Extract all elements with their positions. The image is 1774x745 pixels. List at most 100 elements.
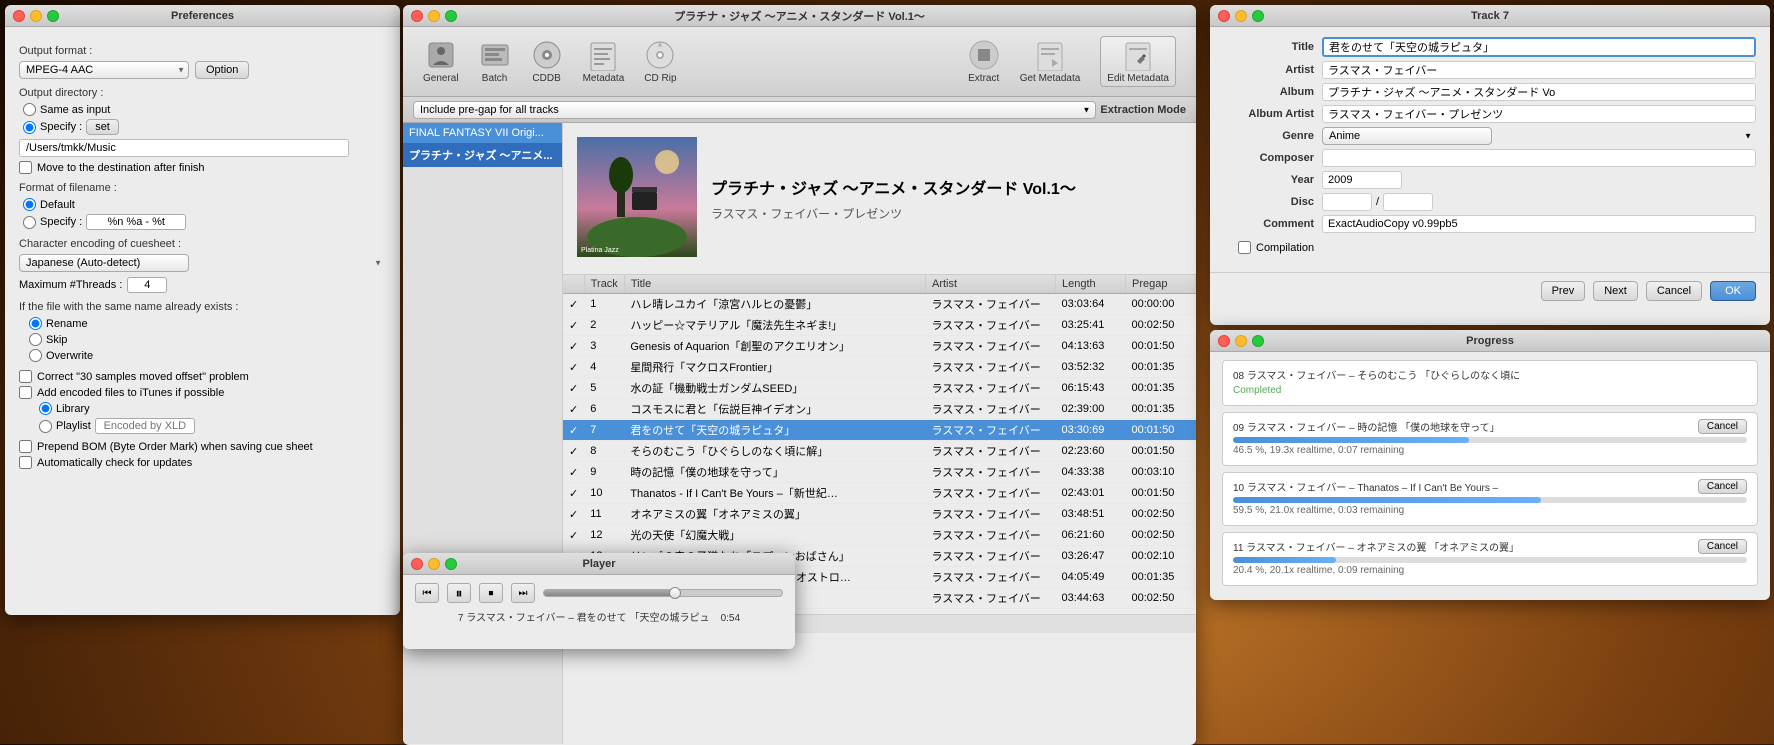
encoding-select[interactable]: Japanese (Auto-detect) bbox=[19, 254, 189, 272]
prev-track-button[interactable]: ⏮ bbox=[415, 583, 439, 603]
table-row[interactable]: ✓ 8 そらのむこう「ひぐらしのなく頃に解」 ラスマス・フェイバー 02:23:… bbox=[563, 441, 1196, 462]
zoom-button[interactable] bbox=[47, 10, 59, 22]
progress-minimize[interactable] bbox=[1235, 335, 1247, 347]
ok-button[interactable]: OK bbox=[1710, 281, 1756, 301]
track-pregap: 00:01:35 bbox=[1126, 357, 1196, 378]
table-row[interactable]: ✓ 11 オネアミスの翼「オネアミスの翼」 ラスマス・フェイバー 03:48:5… bbox=[563, 504, 1196, 525]
playlist-item-0[interactable]: FINAL FANTASY VII Origi... bbox=[403, 123, 562, 143]
main-minimize-button[interactable] bbox=[428, 10, 440, 22]
player-close[interactable] bbox=[411, 558, 423, 570]
minimize-button[interactable] bbox=[30, 10, 42, 22]
correct-offset-checkbox[interactable] bbox=[19, 370, 32, 383]
close-button[interactable] bbox=[13, 10, 25, 22]
progress-cancel-button[interactable]: Cancel bbox=[1698, 539, 1747, 554]
album-field-input[interactable] bbox=[1322, 83, 1756, 101]
overwrite-radio[interactable] bbox=[29, 349, 42, 362]
play-pause-button[interactable]: ⏸ bbox=[447, 583, 471, 603]
threads-input[interactable] bbox=[127, 277, 167, 293]
artist-field-input[interactable] bbox=[1322, 61, 1756, 79]
progress-traffic-lights[interactable] bbox=[1218, 335, 1264, 347]
extract-toolbar-btn[interactable]: Extract bbox=[968, 39, 1000, 84]
get-metadata-label: Get Metadata bbox=[1020, 73, 1081, 84]
output-path[interactable]: /Users/tmkk/Music bbox=[19, 139, 349, 157]
skip-radio[interactable] bbox=[29, 333, 42, 346]
track-pregap: 00:02:50 bbox=[1126, 315, 1196, 336]
table-row[interactable]: ✓ 1 ハレ晴レユカイ「涼宮ハルヒの憂鬱」 ラスマス・フェイバー 03:03:6… bbox=[563, 294, 1196, 315]
disc-separator: / bbox=[1376, 196, 1379, 208]
next-track-button[interactable]: ⏭ bbox=[511, 583, 535, 603]
player-zoom[interactable] bbox=[445, 558, 457, 570]
add-itunes-checkbox[interactable] bbox=[19, 386, 32, 399]
progress-cancel-button[interactable]: Cancel bbox=[1698, 479, 1747, 494]
cancel-button[interactable]: Cancel bbox=[1646, 281, 1702, 301]
default-radio[interactable] bbox=[23, 198, 36, 211]
progress-title: Progress bbox=[1210, 335, 1770, 347]
specify-format-radio[interactable] bbox=[23, 216, 36, 229]
metadata-toolbar-btn[interactable]: Metadata bbox=[583, 39, 625, 84]
track7-minimize[interactable] bbox=[1235, 10, 1247, 22]
progress-stats: 59.5 %, 21.0x realtime, 0:03 remaining bbox=[1233, 505, 1747, 516]
track-check: ✓ bbox=[563, 315, 584, 336]
table-row[interactable]: ✓ 9 時の記憶「僕の地球を守って」 ラスマス・フェイバー 04:33:38 0… bbox=[563, 462, 1196, 483]
mode-select[interactable]: Include pre-gap for all tracks bbox=[413, 101, 1096, 119]
table-row[interactable]: ✓ 3 Genesis of Aquarion「創聖のアクエリオン」 ラスマス・… bbox=[563, 336, 1196, 357]
option-button[interactable]: Option bbox=[195, 61, 249, 79]
genre-select[interactable]: Anime bbox=[1322, 127, 1492, 145]
table-row[interactable]: ✓ 4 星間飛行「マクロスFrontier」 ラスマス・フェイバー 03:52:… bbox=[563, 357, 1196, 378]
main-close-button[interactable] bbox=[411, 10, 423, 22]
table-row[interactable]: ✓ 10 Thanatos - If I Can't Be Yours –「新世… bbox=[563, 483, 1196, 504]
track-length: 02:39:00 bbox=[1056, 399, 1126, 420]
auto-check-checkbox[interactable] bbox=[19, 456, 32, 469]
disc-total-input[interactable] bbox=[1383, 193, 1433, 211]
prev-button[interactable]: Prev bbox=[1541, 281, 1586, 301]
specify-radio[interactable] bbox=[23, 121, 36, 134]
traffic-lights[interactable] bbox=[13, 10, 59, 22]
main-traffic-lights[interactable] bbox=[411, 10, 457, 22]
cdrip-toolbar-btn[interactable]: CD Rip bbox=[644, 39, 676, 84]
progress-cancel-button[interactable]: Cancel bbox=[1698, 419, 1747, 434]
album-artist-field-input[interactable] bbox=[1322, 105, 1756, 123]
track7-close[interactable] bbox=[1218, 10, 1230, 22]
track-title: 君をのせて「天空の城ラピュタ」 bbox=[624, 420, 925, 441]
year-field-input[interactable] bbox=[1322, 171, 1402, 189]
player-minimize[interactable] bbox=[428, 558, 440, 570]
composer-field-input[interactable] bbox=[1322, 149, 1756, 167]
player-traffic-lights[interactable] bbox=[411, 558, 457, 570]
general-toolbar-btn[interactable]: General bbox=[423, 39, 459, 84]
cdrip-icon bbox=[644, 39, 676, 71]
player-progress-knob[interactable] bbox=[669, 587, 681, 599]
stop-button[interactable]: ⏹ bbox=[479, 583, 503, 603]
progress-zoom[interactable] bbox=[1252, 335, 1264, 347]
next-button[interactable]: Next bbox=[1593, 281, 1638, 301]
set-button[interactable]: set bbox=[86, 119, 119, 135]
comment-field-input[interactable] bbox=[1322, 215, 1756, 233]
track7-traffic-lights[interactable] bbox=[1218, 10, 1264, 22]
table-row[interactable]: ✓ 12 光の天使「幻魔大戦」 ラスマス・フェイバー 06:21:60 00:0… bbox=[563, 525, 1196, 546]
title-field-input[interactable] bbox=[1322, 37, 1756, 57]
existing-file-label: If the file with the same name already e… bbox=[19, 301, 386, 313]
edit-metadata-toolbar-btn[interactable]: Edit Metadata bbox=[1100, 36, 1176, 87]
get-metadata-toolbar-btn[interactable]: Get Metadata bbox=[1020, 39, 1081, 84]
playlist-input[interactable] bbox=[95, 418, 195, 434]
move-checkbox[interactable] bbox=[19, 161, 32, 174]
cddb-toolbar-btn[interactable]: CDDB bbox=[531, 39, 563, 84]
disc-num-input[interactable] bbox=[1322, 193, 1372, 211]
progress-close[interactable] bbox=[1218, 335, 1230, 347]
rename-radio[interactable] bbox=[29, 317, 42, 330]
playlist-radio[interactable] bbox=[39, 420, 52, 433]
table-row[interactable]: ✓ 5 水の証「機動戦士ガンダムSEED」 ラスマス・フェイバー 06:15:4… bbox=[563, 378, 1196, 399]
compilation-checkbox[interactable] bbox=[1238, 241, 1251, 254]
format-input[interactable] bbox=[86, 214, 186, 230]
main-zoom-button[interactable] bbox=[445, 10, 457, 22]
playlist-item-1[interactable]: プラチナ・ジャズ ～アニメ... bbox=[403, 143, 562, 167]
table-row[interactable]: ✓ 2 ハッピー☆マテリアル「魔法先生ネギま!」 ラスマス・フェイバー 03:2… bbox=[563, 315, 1196, 336]
batch-toolbar-btn[interactable]: Batch bbox=[479, 39, 511, 84]
table-row[interactable]: ✓ 7 君をのせて「天空の城ラピュタ」 ラスマス・フェイバー 03:30:69 … bbox=[563, 420, 1196, 441]
prepend-bom-checkbox[interactable] bbox=[19, 440, 32, 453]
same-as-input-radio[interactable] bbox=[23, 103, 36, 116]
table-row[interactable]: ✓ 6 コスモスに君と「伝説巨神イデオン」 ラスマス・フェイバー 02:39:0… bbox=[563, 399, 1196, 420]
library-radio[interactable] bbox=[39, 402, 52, 415]
track7-zoom[interactable] bbox=[1252, 10, 1264, 22]
player-progress-bar[interactable] bbox=[543, 589, 783, 597]
format-select[interactable]: MPEG-4 AAC bbox=[19, 61, 189, 79]
